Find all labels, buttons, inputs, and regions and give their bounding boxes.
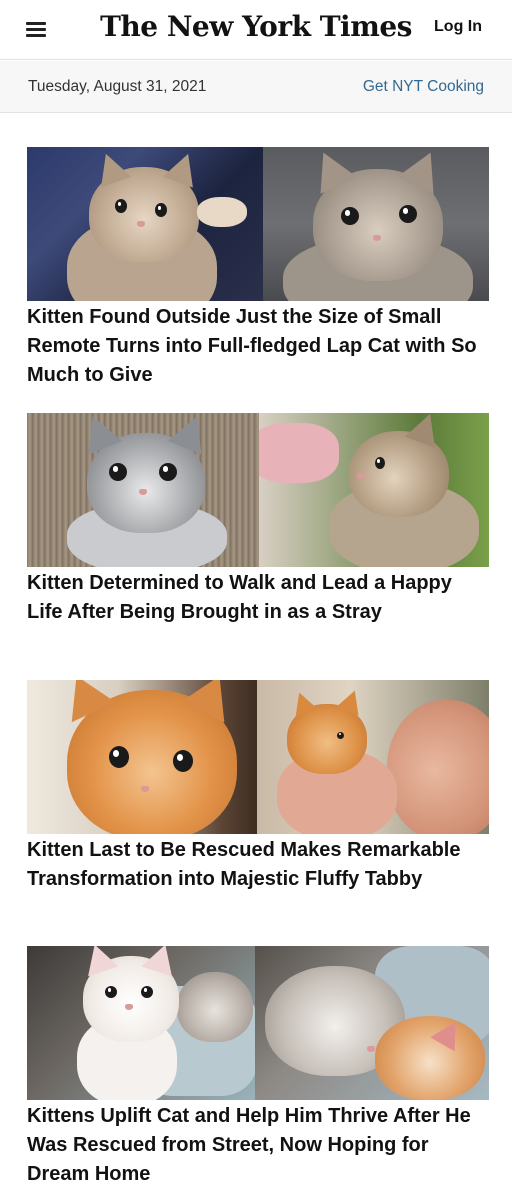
article-card[interactable]: Kittens Uplift Cat and Help Him Thrive A…	[27, 946, 489, 1189]
kitten-photo-left	[27, 680, 257, 834]
kitten-photo-left	[27, 147, 263, 301]
article-image[interactable]	[27, 680, 489, 834]
kitten-photo-right	[259, 413, 489, 567]
kitten-photo-right	[263, 147, 489, 301]
article-image[interactable]	[27, 147, 489, 301]
article-image[interactable]	[27, 413, 489, 567]
article-card[interactable]: Kitten Determined to Walk and Lead a Hap…	[27, 413, 489, 627]
top-bar: The New York Times Log In	[0, 0, 512, 60]
article-headline[interactable]: Kitten Determined to Walk and Lead a Hap…	[27, 569, 489, 627]
date-bar: Tuesday, August 31, 2021 Get NYT Cooking	[0, 61, 512, 113]
article-headline[interactable]: Kittens Uplift Cat and Help Him Thrive A…	[27, 1102, 489, 1189]
article-image[interactable]	[27, 946, 489, 1100]
login-button[interactable]: Log In	[434, 18, 482, 36]
kitten-photo-right	[257, 680, 489, 834]
kitten-photo-left	[27, 413, 259, 567]
article-headline[interactable]: Kitten Last to Be Rescued Makes Remarkab…	[27, 836, 489, 894]
article-headline[interactable]: Kitten Found Outside Just the Size of Sm…	[27, 303, 489, 390]
kitten-photo-left	[27, 946, 255, 1100]
article-card[interactable]: Kitten Found Outside Just the Size of Sm…	[27, 147, 489, 390]
kitten-photo-right	[255, 946, 489, 1100]
current-date: Tuesday, August 31, 2021	[28, 78, 207, 95]
get-nyt-cooking-link[interactable]: Get NYT Cooking	[363, 78, 484, 96]
article-card[interactable]: Kitten Last to Be Rescued Makes Remarkab…	[27, 680, 489, 894]
